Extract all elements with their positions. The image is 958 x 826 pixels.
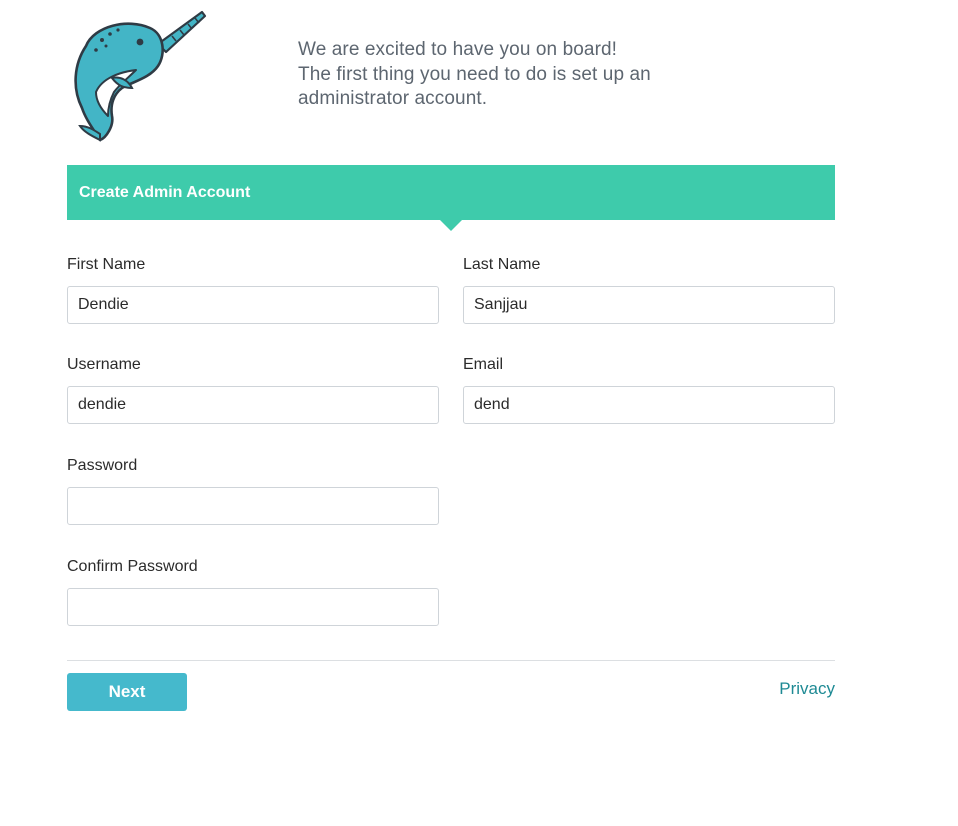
banner-title: Create Admin Account xyxy=(79,184,251,201)
last-name-label: Last Name xyxy=(463,256,541,273)
confirm-password-label: Confirm Password xyxy=(67,558,198,575)
email-label: Email xyxy=(463,356,504,373)
username-group: Username xyxy=(67,354,439,424)
privacy-link[interactable]: Privacy xyxy=(779,678,835,700)
first-name-label: First Name xyxy=(67,256,146,273)
email-group: Email xyxy=(463,354,835,424)
last-name-group: Last Name xyxy=(463,254,835,324)
narwhal-logo-icon xyxy=(74,10,207,142)
welcome-message: We are excited to have you on board! The… xyxy=(298,38,718,112)
password-input[interactable] xyxy=(67,487,439,525)
next-button[interactable]: Next xyxy=(67,673,187,711)
username-input[interactable] xyxy=(67,386,439,424)
welcome-line-3: administrator account. xyxy=(298,88,488,109)
username-label: Username xyxy=(67,356,141,373)
email-input[interactable] xyxy=(463,386,835,424)
banner-pointer xyxy=(440,220,462,231)
confirm-password-group: Confirm Password xyxy=(67,556,439,626)
first-name-input[interactable] xyxy=(67,286,439,324)
password-label: Password xyxy=(67,457,138,474)
create-admin-banner: Create Admin Account xyxy=(67,165,835,231)
first-name-group: First Name xyxy=(67,254,439,324)
last-name-input[interactable] xyxy=(463,286,835,324)
password-group: Password xyxy=(67,455,439,525)
form-divider xyxy=(67,660,835,661)
confirm-password-input[interactable] xyxy=(67,588,439,626)
welcome-line-2: The first thing you need to do is set up… xyxy=(298,63,651,85)
setup-page: We are excited to have you on board! The… xyxy=(0,0,958,826)
welcome-line-1: We are excited to have you on board! xyxy=(298,39,618,60)
